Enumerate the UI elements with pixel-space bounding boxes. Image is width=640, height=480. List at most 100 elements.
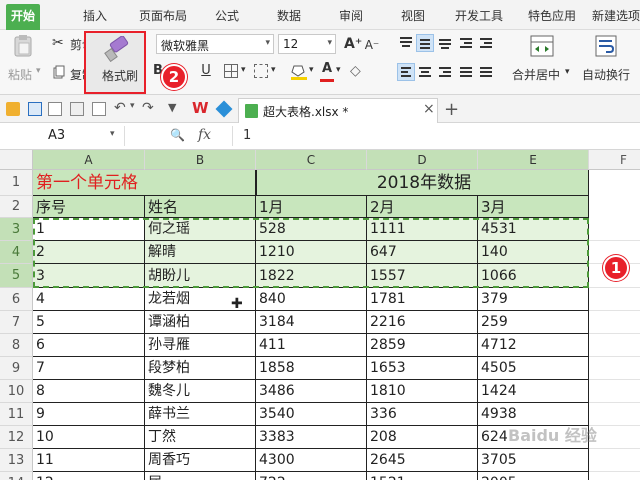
- close-tab-icon[interactable]: ×: [423, 101, 435, 117]
- eraser-icon[interactable]: ◇: [350, 63, 361, 79]
- shrink-font-button[interactable]: A⁻: [364, 36, 380, 54]
- column-header-a[interactable]: A: [33, 150, 145, 170]
- chevron-down-icon[interactable]: ▾: [265, 38, 270, 48]
- table-cell[interactable]: 2645: [367, 449, 478, 472]
- table-cell[interactable]: 3184: [256, 311, 367, 334]
- tab-developer[interactable]: 开发工具: [449, 5, 509, 29]
- paste-dropdown-icon[interactable]: ▾: [36, 66, 41, 76]
- empty-cell[interactable]: [589, 357, 640, 380]
- chevron-down-icon[interactable]: ▼: [168, 101, 176, 114]
- table-cell[interactable]: 5: [33, 311, 145, 334]
- table-cell[interactable]: 1424: [478, 380, 589, 403]
- row-header[interactable]: 2: [0, 196, 33, 218]
- zoom-search-icon[interactable]: 🔍: [170, 128, 185, 142]
- row-header[interactable]: 5: [0, 264, 33, 288]
- align-center-icon[interactable]: [416, 63, 434, 81]
- row-header[interactable]: 4: [0, 241, 33, 264]
- table-cell[interactable]: 528: [256, 218, 367, 241]
- empty-cell[interactable]: [589, 288, 640, 311]
- header-cell[interactable]: 姓名: [145, 196, 256, 218]
- table-cell[interactable]: 208: [367, 426, 478, 449]
- table-cell[interactable]: 1111: [367, 218, 478, 241]
- table-cell[interactable]: 4: [33, 288, 145, 311]
- fill-color-icon[interactable]: [290, 63, 308, 81]
- table-cell[interactable]: 1: [33, 218, 145, 241]
- open-folder-icon[interactable]: [6, 102, 20, 116]
- table-cell[interactable]: 12: [33, 472, 145, 480]
- row-header[interactable]: 6: [0, 288, 33, 311]
- grow-font-button[interactable]: A⁺: [344, 35, 362, 53]
- table-cell[interactable]: 3: [33, 264, 145, 288]
- tab-page-layout[interactable]: 页面布局: [133, 5, 193, 29]
- tab-special[interactable]: 特色应用: [522, 5, 582, 29]
- merge-center-icon[interactable]: [530, 35, 554, 57]
- table-cell[interactable]: 3540: [256, 403, 367, 426]
- row-header[interactable]: 9: [0, 357, 33, 380]
- wrap-text-icon[interactable]: [594, 35, 618, 57]
- table-cell[interactable]: 3383: [256, 426, 367, 449]
- chevron-down-icon[interactable]: ▾: [271, 65, 276, 75]
- empty-cell[interactable]: [589, 311, 640, 334]
- function-icon[interactable]: fx: [198, 127, 211, 143]
- new-tab-icon[interactable]: +: [444, 99, 459, 120]
- wrap-text-button[interactable]: 自动换行: [582, 66, 630, 83]
- table-cell[interactable]: 孙寻雁: [145, 334, 256, 357]
- tab-home[interactable]: 开始: [6, 4, 40, 30]
- table-cell[interactable]: 2005: [478, 472, 589, 480]
- table-cell[interactable]: 魏冬儿: [145, 380, 256, 403]
- table-cell[interactable]: 336: [367, 403, 478, 426]
- tab-new[interactable]: 新建选项卡: [592, 5, 640, 29]
- distributed-icon[interactable]: [477, 63, 495, 81]
- chevron-down-icon[interactable]: ▾: [327, 38, 332, 48]
- formula-input[interactable]: 1: [243, 128, 251, 143]
- table-cell[interactable]: 11: [33, 449, 145, 472]
- table-cell[interactable]: 3705: [478, 449, 589, 472]
- table-cell[interactable]: 10: [33, 426, 145, 449]
- format-painter-button[interactable]: 格式刷: [102, 67, 138, 84]
- align-right-icon[interactable]: [436, 63, 454, 81]
- paste-icon[interactable]: [12, 34, 34, 58]
- empty-cell[interactable]: [589, 218, 640, 241]
- table-cell[interactable]: 4300: [256, 449, 367, 472]
- font-size-select[interactable]: 12 ▾: [278, 34, 336, 54]
- table-cell[interactable]: 2859: [367, 334, 478, 357]
- row-header[interactable]: 13: [0, 449, 33, 472]
- header-cell[interactable]: 2月: [367, 196, 478, 218]
- tab-review[interactable]: 审阅: [334, 5, 368, 29]
- table-cell[interactable]: 何之瑶: [145, 218, 256, 241]
- table-cell[interactable]: 2216: [367, 311, 478, 334]
- align-left-icon[interactable]: [397, 63, 415, 81]
- table-cell[interactable]: 6: [33, 334, 145, 357]
- paste-button[interactable]: 粘贴: [8, 66, 32, 83]
- table-cell[interactable]: 4712: [478, 334, 589, 357]
- header-cell[interactable]: 1月: [256, 196, 367, 218]
- table-cell[interactable]: 周香巧: [145, 449, 256, 472]
- table-cell[interactable]: 259: [478, 311, 589, 334]
- fill-pattern-icon[interactable]: [254, 64, 268, 78]
- table-cell[interactable]: 1066: [478, 264, 589, 288]
- row-header[interactable]: 14: [0, 472, 33, 480]
- table-cell[interactable]: 379: [478, 288, 589, 311]
- empty-cell[interactable]: [589, 472, 640, 480]
- table-cell[interactable]: 1521: [367, 472, 478, 480]
- column-header-e[interactable]: E: [478, 150, 589, 170]
- column-header-b[interactable]: B: [145, 150, 256, 170]
- title-cell-first[interactable]: 第一个单元格: [33, 170, 256, 196]
- table-cell[interactable]: 1858: [256, 357, 367, 380]
- table-cell[interactable]: 1210: [256, 241, 367, 264]
- border-icon[interactable]: [224, 64, 238, 78]
- table-cell[interactable]: 3486: [256, 380, 367, 403]
- empty-cell[interactable]: [589, 334, 640, 357]
- chevron-down-icon[interactable]: ▾: [309, 65, 314, 75]
- table-cell[interactable]: 1781: [367, 288, 478, 311]
- table-cell[interactable]: 7: [33, 357, 145, 380]
- indent-icon[interactable]: [477, 34, 495, 52]
- undo-icon[interactable]: ↶: [114, 100, 126, 116]
- file-tab[interactable]: 超大表格.xlsx * ×: [238, 98, 438, 124]
- chevron-down-icon[interactable]: ▾: [565, 67, 570, 77]
- align-middle-icon[interactable]: [416, 34, 434, 52]
- scissors-icon[interactable]: ✂: [52, 35, 64, 51]
- column-header-f[interactable]: F: [589, 150, 640, 170]
- print-icon[interactable]: [70, 102, 84, 116]
- print-preview-icon[interactable]: [92, 102, 106, 116]
